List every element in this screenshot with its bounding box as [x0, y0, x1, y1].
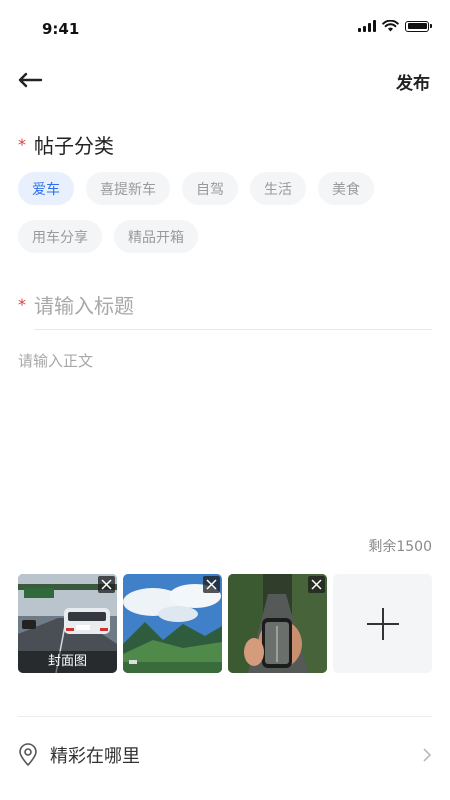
remove-photo-button[interactable]: [203, 576, 220, 593]
category-chip-car-sharing[interactable]: 用车分享: [18, 220, 102, 253]
photo-thumbnail-3[interactable]: [228, 574, 327, 673]
location-pin-icon: [19, 743, 37, 767]
location-selector[interactable]: 精彩在哪里: [18, 738, 432, 772]
category-chip-aiche[interactable]: 爱车: [18, 172, 74, 205]
title-placeholder: 请输入标题: [34, 294, 134, 318]
body-textarea[interactable]: 请输入正文: [18, 350, 93, 371]
required-mark: *: [18, 135, 26, 154]
add-photo-button[interactable]: [333, 574, 432, 673]
category-chip-unboxing[interactable]: 精品开箱: [114, 220, 198, 253]
category-chip-road-trip[interactable]: 自驾: [182, 172, 238, 205]
close-icon: [101, 579, 112, 590]
title-input[interactable]: * 请输入标题: [18, 290, 432, 319]
remove-photo-button[interactable]: [98, 576, 115, 593]
category-chips-row-2: 用车分享 精品开箱: [18, 220, 198, 253]
status-time: 9:41: [42, 20, 80, 38]
signal-icon: [358, 20, 376, 32]
category-chips-row-1: 爱车 喜提新车 自驾 生活 美食: [18, 172, 374, 205]
battery-tip: [430, 24, 432, 28]
category-chip-food[interactable]: 美食: [318, 172, 374, 205]
title-underline: [34, 329, 432, 330]
char-remaining-counter: 剩余1500: [368, 539, 432, 555]
chevron-right-icon: [423, 748, 432, 762]
photo-thumbnail-2[interactable]: [123, 574, 222, 673]
close-icon: [206, 579, 217, 590]
back-arrow-icon[interactable]: [16, 66, 44, 94]
category-title: 帖子分类: [34, 134, 114, 158]
category-heading: * 帖子分类: [18, 130, 114, 159]
category-chip-life[interactable]: 生活: [250, 172, 306, 205]
divider: [18, 716, 432, 717]
plus-icon: [366, 607, 399, 640]
publish-button[interactable]: 发布: [396, 69, 430, 94]
battery-icon: [405, 20, 429, 32]
remove-photo-button[interactable]: [308, 576, 325, 593]
required-mark: *: [18, 295, 26, 314]
location-label: 精彩在哪里: [50, 746, 140, 767]
wifi-icon: [382, 20, 399, 32]
status-icons: [358, 20, 432, 32]
cover-image-label: 封面图: [18, 651, 117, 673]
category-chip-new-car[interactable]: 喜提新车: [86, 172, 170, 205]
photo-thumbnail-1[interactable]: 封面图: [18, 574, 117, 673]
close-icon: [311, 579, 322, 590]
